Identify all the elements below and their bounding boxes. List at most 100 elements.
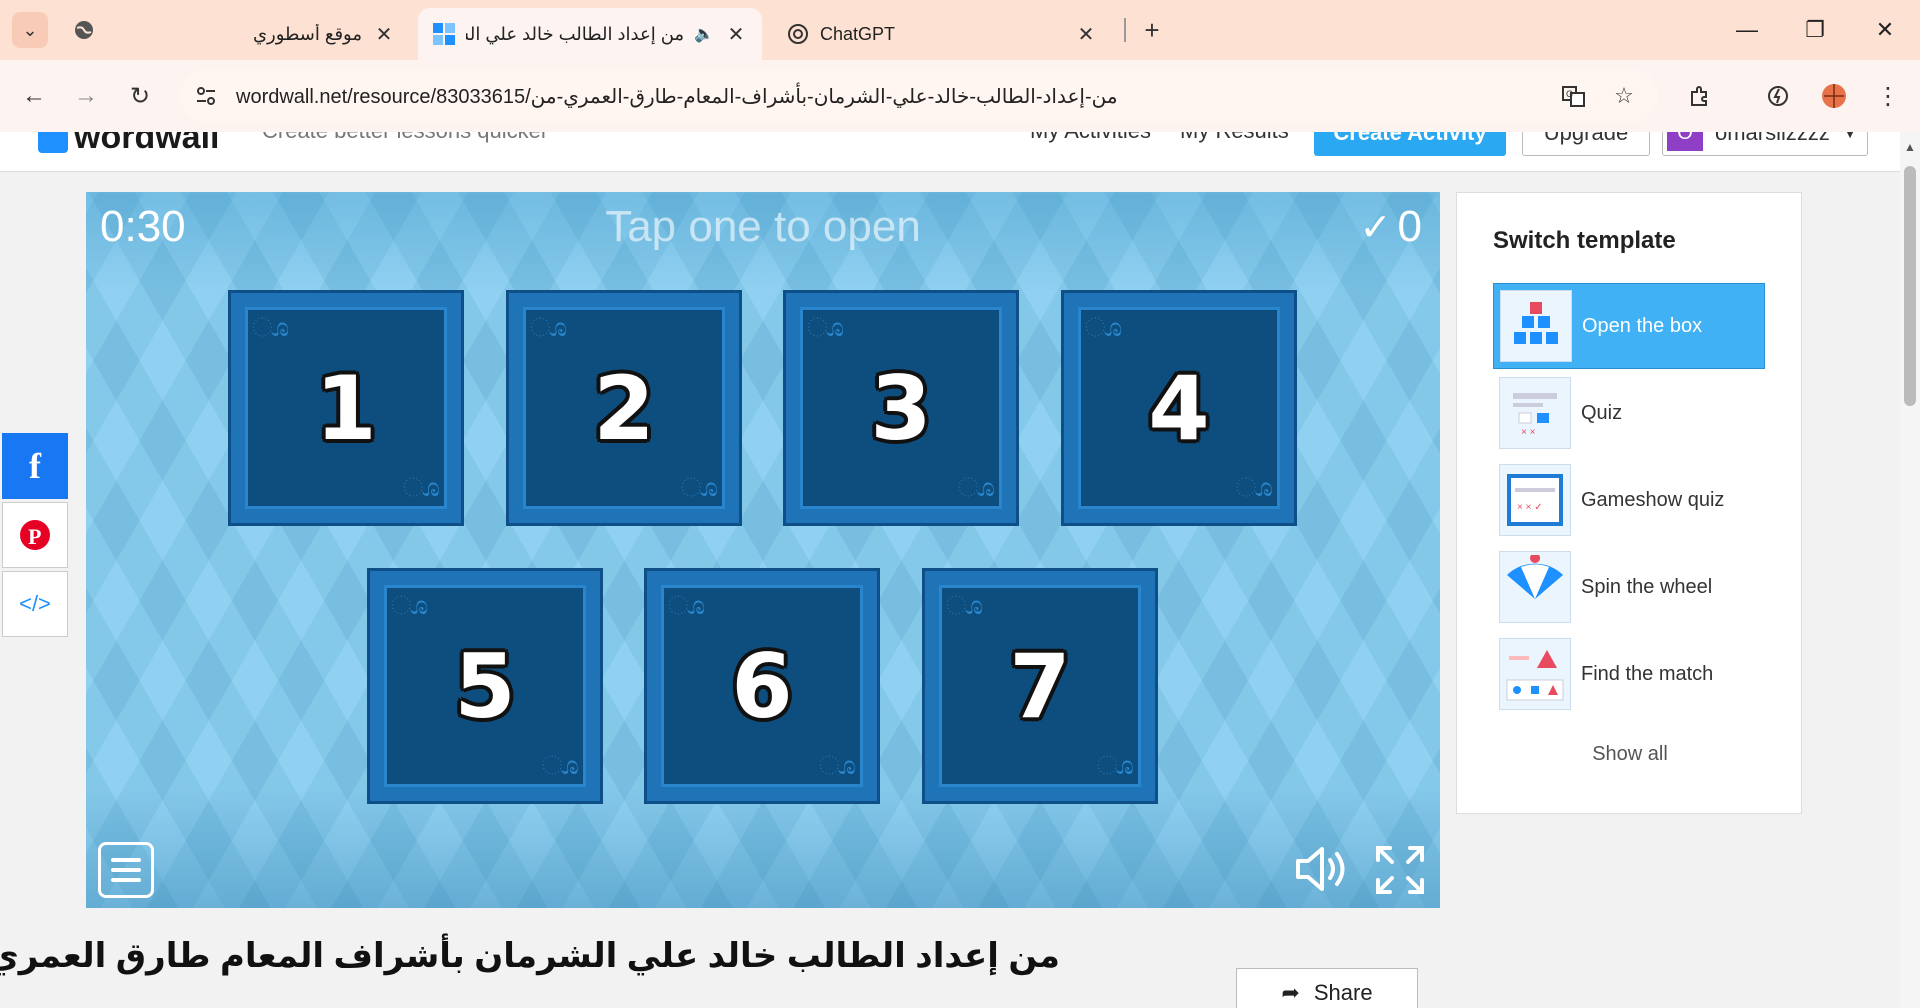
bookmark-star-icon[interactable]: ☆: [1610, 82, 1638, 110]
site-settings-icon[interactable]: [192, 82, 220, 110]
box-face: ೂ 6 ೂ: [661, 585, 863, 787]
close-icon[interactable]: ✕: [1074, 22, 1098, 47]
scrollbar-thumb[interactable]: [1904, 166, 1916, 406]
translate-icon[interactable]: G: [1560, 82, 1588, 110]
address-bar[interactable]: wordwall.net/resource/83033615/من-إعداد-…: [180, 70, 1658, 122]
template-spin-the-wheel[interactable]: Spin the wheel: [1493, 544, 1765, 630]
svg-text:× ×: × ×: [1521, 427, 1536, 438]
minimize-button[interactable]: —: [1722, 12, 1772, 48]
share-arrow-icon: ➦: [1281, 980, 1300, 1005]
restore-button[interactable]: ❐: [1790, 12, 1840, 48]
swirl-decoration: ೂ: [391, 590, 429, 620]
spin-the-wheel-icon: [1499, 551, 1571, 623]
logo-text: wordwall: [74, 132, 220, 156]
reload-button[interactable]: ↻: [120, 76, 160, 116]
tab-globe-favicon[interactable]: [66, 12, 102, 48]
template-quiz[interactable]: × × Quiz: [1493, 370, 1765, 456]
back-button[interactable]: ←: [14, 76, 54, 116]
swirl-decoration: ೂ: [680, 472, 718, 502]
pinterest-share-button[interactable]: P: [2, 502, 68, 568]
tab-mawqi[interactable]: موقع أسطوري ✕: [100, 8, 410, 60]
quiz-icon: × ×: [1499, 377, 1571, 449]
score-value: 0: [1397, 202, 1422, 251]
close-icon[interactable]: ✕: [372, 22, 396, 47]
wordwall-logo[interactable]: wordwall: [38, 132, 219, 157]
tab-title: من إعداد الطالب خالد علي الش: [466, 23, 685, 44]
box-5[interactable]: ೂ 5 ೂ: [367, 568, 603, 804]
box-number: 6: [731, 634, 793, 738]
tab-wordwall[interactable]: من إعداد الطالب خالد علي الش 🔈 ✕: [418, 8, 762, 60]
find-the-match-icon: [1499, 638, 1571, 710]
swirl-decoration: ೂ: [530, 312, 568, 342]
box-4[interactable]: ೂ 4 ೂ: [1061, 290, 1297, 526]
swirl-decoration: ೂ: [1235, 472, 1273, 502]
minimize-icon: —: [1736, 17, 1758, 42]
fullscreen-button[interactable]: [1374, 844, 1426, 896]
close-icon[interactable]: ✕: [724, 22, 748, 47]
facebook-icon: f: [29, 446, 41, 486]
box-1[interactable]: ೂ 1 ೂ: [228, 290, 464, 526]
forward-button[interactable]: →: [66, 76, 106, 116]
user-menu[interactable]: O omarsiizzzz ▼: [1662, 132, 1868, 156]
panel-title: Switch template: [1493, 227, 1676, 254]
tagline: Create better lessons quicker: [262, 132, 548, 144]
box-face: ೂ 7 ೂ: [939, 585, 1141, 787]
box-face: ೂ 1 ೂ: [245, 307, 447, 509]
tab-title: ChatGPT: [820, 23, 896, 44]
plus-icon: +: [1144, 14, 1160, 45]
activity-title: من إعداد الطالب خالد علي الشرمان بأشراف …: [0, 937, 1060, 975]
chevron-down-icon: ▼: [1843, 132, 1857, 141]
svg-text:P: P: [28, 524, 41, 549]
box-face: ೂ 5 ೂ: [384, 585, 586, 787]
sound-button[interactable]: [1292, 844, 1348, 894]
game-area[interactable]: 0:30 Tap one to open ✓ 0 ೂ 1 ೂ ೂ 2 ೂ ೂ 3: [86, 192, 1440, 908]
chatgpt-icon: [786, 22, 810, 46]
kebab-menu-icon: ⋮: [1876, 82, 1900, 110]
arrow-right-icon: →: [74, 82, 98, 109]
template-label: Quiz: [1581, 401, 1623, 424]
my-results-link[interactable]: My Results: [1180, 132, 1289, 144]
code-icon: </>: [19, 591, 51, 616]
url-text: wordwall.net/resource/83033615/من-إعداد-…: [236, 86, 1118, 108]
restore-icon: ❐: [1805, 17, 1825, 42]
close-icon: ✕: [1875, 17, 1895, 42]
box-6[interactable]: ೂ 6 ೂ: [644, 568, 880, 804]
instruction-text: Tap one to open: [605, 202, 921, 251]
box-2[interactable]: ೂ 2 ೂ: [506, 290, 742, 526]
facebook-share-button[interactable]: f: [2, 433, 68, 499]
close-window-button[interactable]: ✕: [1860, 12, 1910, 48]
box-number: 4: [1148, 356, 1210, 460]
create-activity-button[interactable]: Create Activity: [1314, 132, 1506, 156]
scroll-up-icon[interactable]: ▲: [1904, 140, 1916, 154]
upgrade-button[interactable]: Upgrade: [1522, 132, 1650, 156]
tab-chatgpt[interactable]: ChatGPT ✕: [772, 8, 1112, 60]
reload-icon: ↻: [129, 82, 151, 110]
game-menu-button[interactable]: [98, 842, 154, 898]
new-tab-button[interactable]: +: [1134, 12, 1170, 48]
my-activities-link[interactable]: My Activities: [1030, 132, 1151, 144]
extensions-button[interactable]: [1680, 76, 1720, 116]
box-3[interactable]: ೂ 3 ೂ: [783, 290, 1019, 526]
show-all-link[interactable]: Show all: [1457, 743, 1803, 766]
template-open-the-box[interactable]: Open the box: [1493, 283, 1765, 369]
swirl-decoration: ೂ: [1096, 750, 1134, 780]
template-gameshow-quiz[interactable]: × × ✓ Gameshow quiz: [1493, 457, 1765, 543]
box-face: ೂ 4 ೂ: [1078, 307, 1280, 509]
tab-search-button[interactable]: ⌄: [12, 12, 48, 48]
embed-share-button[interactable]: </>: [2, 571, 68, 637]
avatar: O: [1667, 132, 1703, 151]
profile-button[interactable]: [1814, 76, 1854, 116]
browser-toolbar: ← → ↻ wordwall.net/resource/83033615/من-…: [0, 60, 1920, 132]
share-button[interactable]: ➦ Share: [1236, 968, 1418, 1008]
swirl-decoration: ೂ: [818, 750, 856, 780]
browser-menu-button[interactable]: ⋮: [1868, 76, 1908, 116]
template-label: Find the match: [1581, 662, 1714, 685]
performance-button[interactable]: [1758, 76, 1798, 116]
template-find-the-match[interactable]: Find the match: [1493, 631, 1765, 717]
swirl-decoration: ೂ: [668, 590, 706, 620]
box-7[interactable]: ೂ 7 ೂ: [922, 568, 1158, 804]
page-scrollbar[interactable]: ▲: [1900, 132, 1920, 1008]
speaker-icon[interactable]: 🔈: [694, 24, 714, 44]
globe-icon: [75, 21, 93, 39]
swirl-decoration: ೂ: [957, 472, 995, 502]
